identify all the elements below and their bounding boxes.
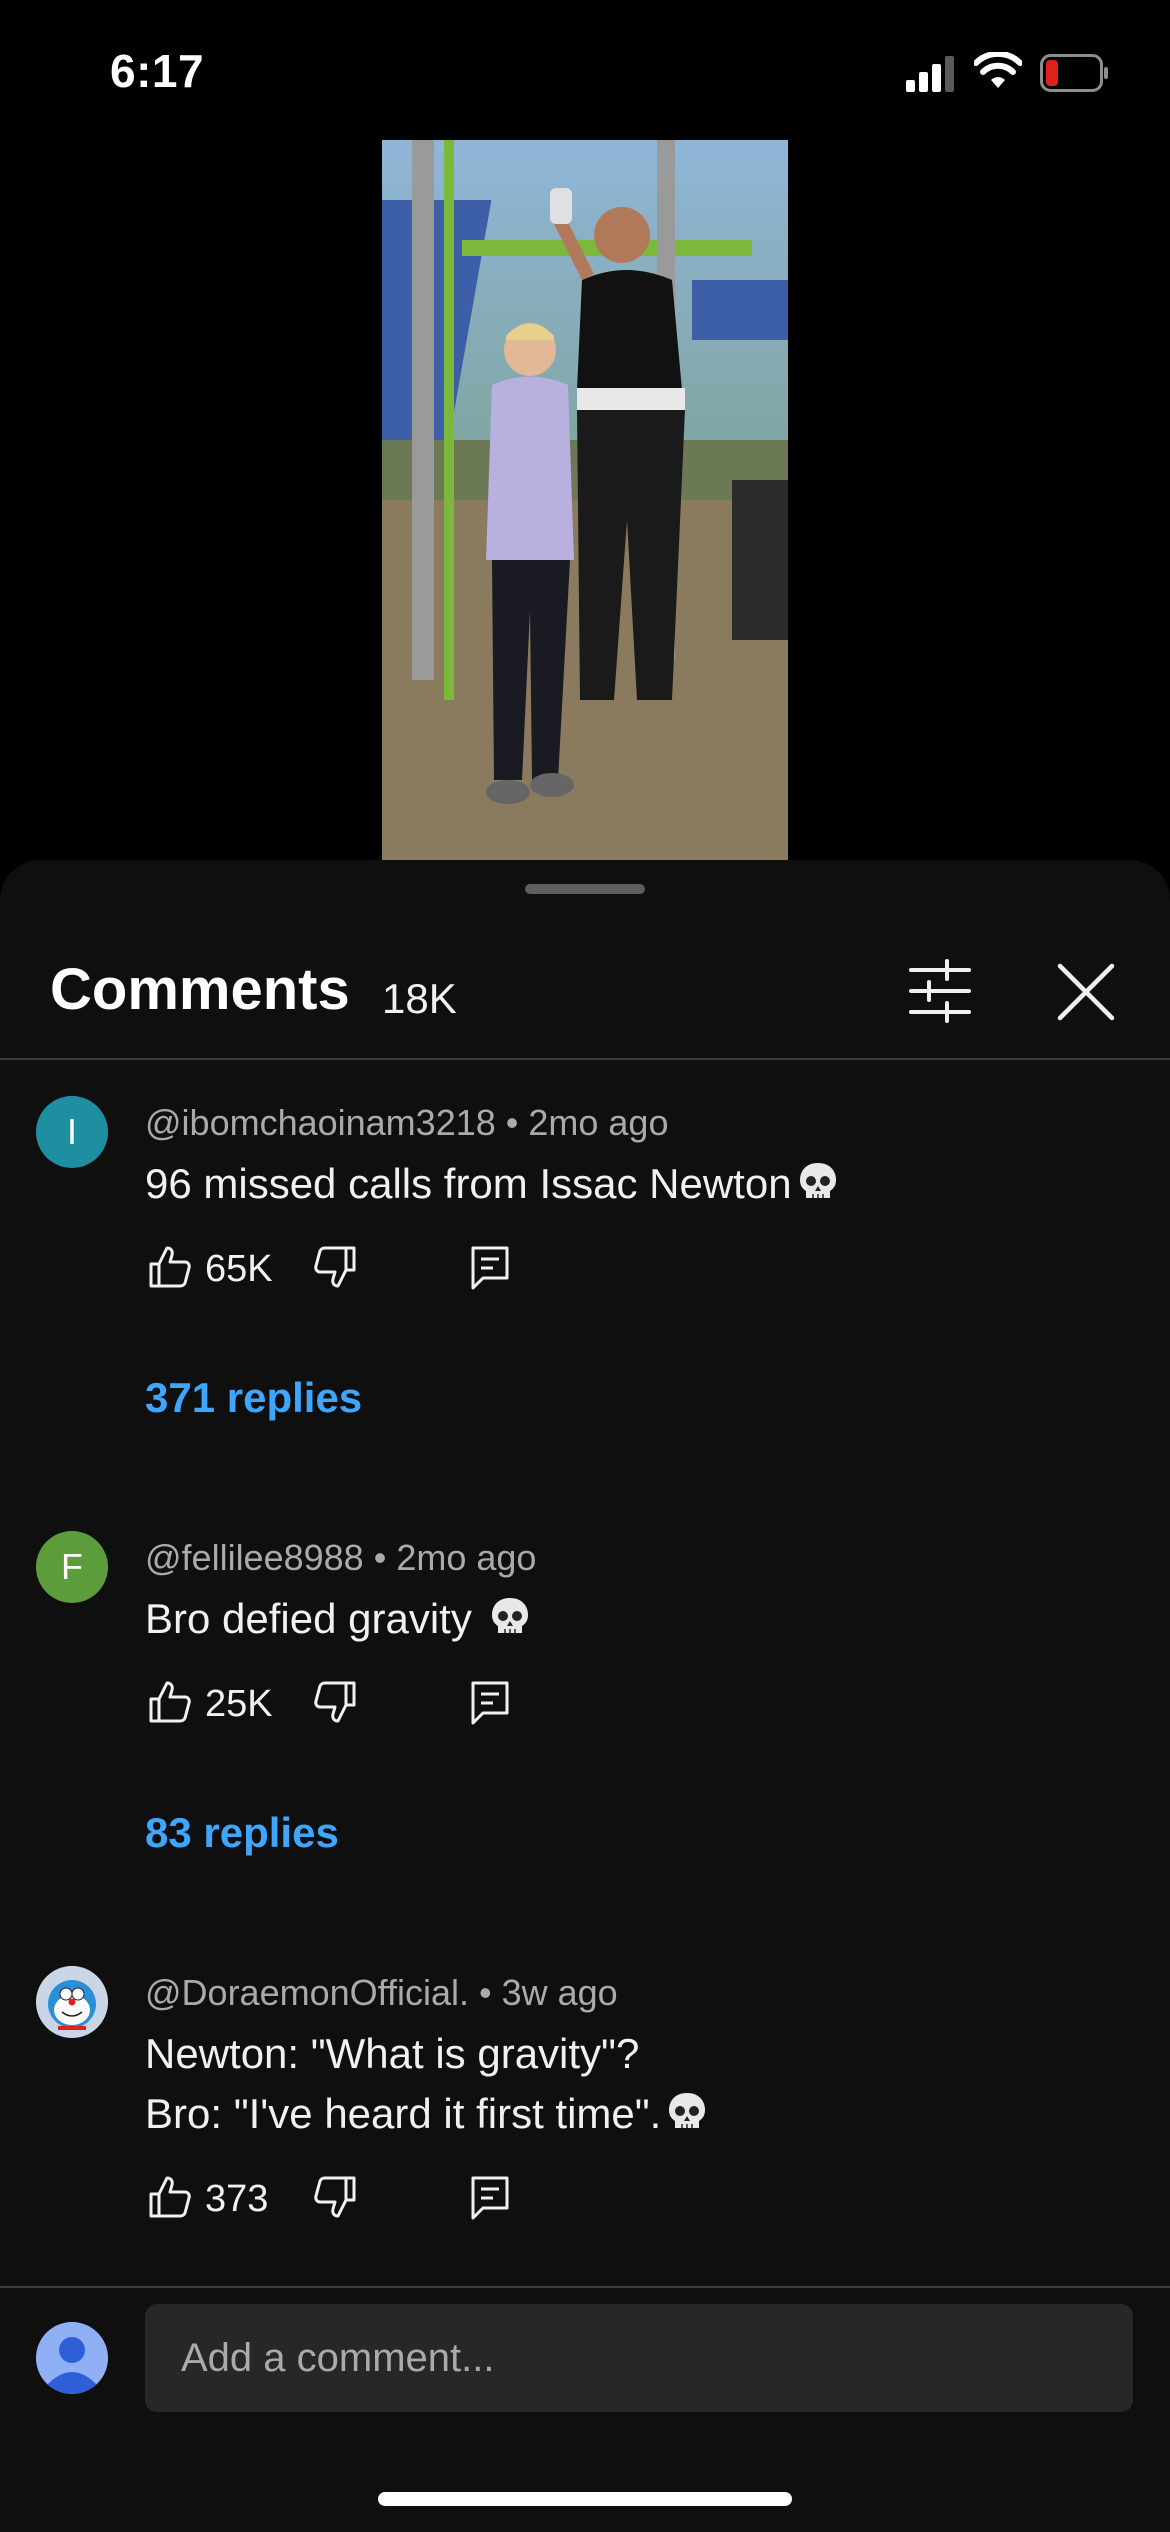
home-indicator[interactable] <box>378 2492 792 2506</box>
avatar[interactable]: I <box>36 1096 108 1168</box>
status-time: 6:17 <box>110 45 205 97</box>
meta-separator: • <box>479 1972 492 2013</box>
meta-separator: • <box>505 1102 519 1143</box>
skull-emoji <box>799 1163 836 1198</box>
drag-handle[interactable] <box>525 884 645 894</box>
reply-icon[interactable] <box>465 1242 515 1292</box>
comment-text: Newton: "What is gravity"? Bro: "I've he… <box>145 2024 709 2144</box>
meta-separator: • <box>373 1537 387 1578</box>
comment-author[interactable]: @ibomchaoinam3218 <box>145 1102 496 1143</box>
thumbs-up-icon[interactable] <box>145 1677 195 1727</box>
thumbs-down-icon[interactable] <box>310 2172 360 2222</box>
comments-sheet: Comments 18K I @ibomchaoinam3218 • 2mo ago <box>0 860 1170 2532</box>
close-icon[interactable] <box>1050 956 1122 1028</box>
comment-time: 2mo ago <box>528 1102 669 1143</box>
header-divider <box>0 1058 1170 1060</box>
comment-meta: @DoraemonOfficial. • 3w ago <box>145 1968 618 2018</box>
reply-icon[interactable] <box>465 1677 515 1727</box>
filter-sliders-icon[interactable] <box>905 956 975 1026</box>
comment-text-line-with-emoji: Bro: "I've heard it first time". <box>145 2084 709 2144</box>
cellular-signal-icon <box>906 56 956 92</box>
user-avatar-icon[interactable] <box>36 2322 108 2394</box>
comments-title: Comments <box>50 957 350 1022</box>
battery-low-icon <box>1040 54 1108 92</box>
comment-text: Bro defied gravity <box>145 1589 532 1649</box>
skull-emoji <box>491 1598 528 1633</box>
comment-text: 96 missed calls from Issac Newton <box>145 1154 840 1214</box>
composer-divider <box>0 2286 1170 2288</box>
thumbs-up-icon[interactable] <box>145 1242 195 1292</box>
comments-count: 18K <box>382 975 457 1022</box>
avatar[interactable] <box>36 1966 108 2038</box>
comment-meta: @fellilee8988 • 2mo ago <box>145 1533 536 1583</box>
comment-text-line: Newton: "What is gravity"? <box>145 2030 640 2077</box>
avatar[interactable]: F <box>36 1531 108 1603</box>
comment-author[interactable]: @DoraemonOfficial. <box>145 1972 469 2013</box>
skull-emoji <box>669 2093 706 2128</box>
comment-text-content: Bro defied gravity <box>145 1595 484 1642</box>
comment-time: 2mo ago <box>396 1537 537 1578</box>
reply-icon[interactable] <box>465 2172 515 2222</box>
comments-header: Comments 18K <box>0 950 1170 1060</box>
comment-time: 3w ago <box>501 1972 618 2013</box>
comment-text-line: Bro: "I've heard it first time". <box>145 2090 662 2137</box>
comment-author[interactable]: @fellilee8988 <box>145 1537 364 1578</box>
status-bar: 6:17 <box>0 0 1170 140</box>
like-count: 25K <box>205 1683 273 1725</box>
wifi-icon <box>974 52 1022 88</box>
like-count: 65K <box>205 1248 273 1290</box>
thumbs-up-icon[interactable] <box>145 2172 195 2222</box>
comment-meta: @ibomchaoinam3218 • 2mo ago <box>145 1098 668 1148</box>
like-count: 373 <box>205 2178 269 2220</box>
video-player[interactable] <box>382 140 788 860</box>
video-frame <box>382 140 788 860</box>
view-replies-link[interactable]: 371 replies <box>145 1368 362 1428</box>
add-comment-input[interactable]: Add a comment... <box>145 2304 1133 2412</box>
view-replies-link[interactable]: 83 replies <box>145 1803 339 1863</box>
thumbs-down-icon[interactable] <box>310 1242 360 1292</box>
thumbs-down-icon[interactable] <box>310 1677 360 1727</box>
comment-text-content: 96 missed calls from Issac Newton <box>145 1160 792 1207</box>
